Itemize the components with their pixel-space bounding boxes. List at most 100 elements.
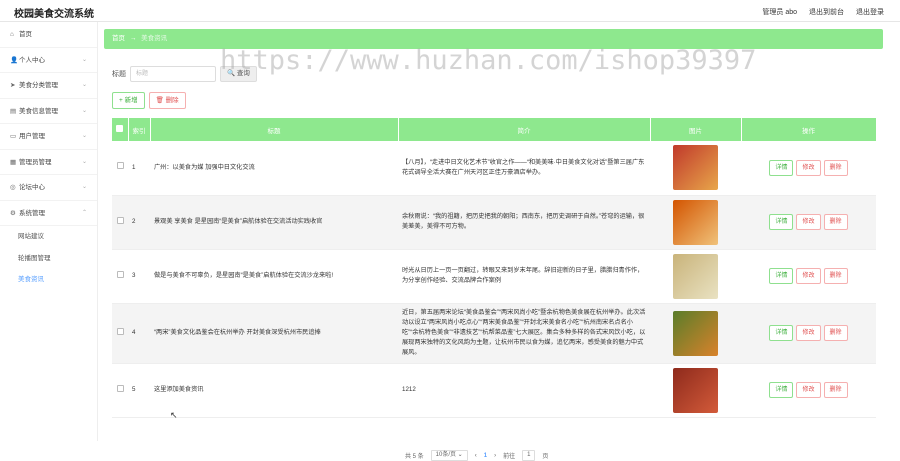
logout-link[interactable]: 退出登录 — [856, 7, 884, 17]
food-thumbnail[interactable] — [673, 199, 718, 245]
table-header: 索引 标题 简介 图片 操作 — [112, 118, 877, 141]
breadcrumb: 首页 → 美食资讯 — [104, 29, 883, 49]
total-count: 共 5 条 — [405, 454, 424, 460]
goto-input[interactable]: 1 — [522, 450, 536, 461]
sidebar-item-forum[interactable]: ◎ 论坛中心 ⌄ — [0, 175, 97, 201]
sidebar-item-system[interactable]: ⚙ 系统管理 ⌃ — [0, 201, 97, 226]
delete-button[interactable]: 删除 — [823, 214, 848, 230]
search-label: 标题 — [112, 71, 126, 78]
app-title: 校园美食交流系统 — [14, 9, 94, 20]
sidebar-item-category[interactable]: ➤ 美食分类管理 ⌄ — [0, 73, 97, 99]
sidebar-item-profile[interactable]: 👤个人中心 ⌄ — [0, 48, 97, 73]
table-row: 1 广州：以美食为媒 加强中日文化交流 【八月】，“走进中日文化艺术节”收官之作——… — [112, 141, 876, 196]
row-checkbox[interactable] — [112, 363, 128, 418]
row-index: 3 — [128, 249, 150, 304]
edit-button[interactable]: 修改 — [796, 325, 821, 341]
chevron-down-icon: ⌄ — [81, 184, 87, 190]
col-title: 标题 — [150, 118, 399, 141]
row-title: 广州：以美食为媒 加强中日文化交流 — [150, 141, 398, 196]
edit-button[interactable]: 修改 — [796, 382, 821, 398]
delete-button[interactable]: 删除 — [823, 159, 848, 176]
select-all-checkbox[interactable] — [112, 118, 129, 141]
sidebar-subitem-carousel[interactable]: 轮播图管理 — [0, 248, 97, 270]
row-checkbox[interactable] — [112, 141, 128, 196]
row-checkbox[interactable] — [112, 303, 128, 364]
edit-button[interactable]: 修改 — [796, 159, 821, 176]
gear-icon: ⚙ — [10, 209, 16, 217]
goto-suffix: 页 — [542, 454, 549, 460]
row-image-cell — [650, 303, 741, 364]
search-row: 标题 标题 🔍 查询 — [112, 66, 257, 82]
current-page[interactable]: 1 — [484, 453, 487, 459]
news-table: 索引 标题 简介 图片 操作 1 广州：以美食为媒 加强中日文化交流 【八月】，“走… — [112, 118, 877, 418]
frontend-link[interactable]: 退出到前台 — [809, 7, 844, 17]
table-row: 4 “两宋”美食文化品鉴会在杭州举办 开封美食深受杭州市民追捧 近日，第五届两宋论坛… — [112, 303, 876, 364]
detail-button[interactable]: 详情 — [769, 325, 794, 341]
bulk-delete-button[interactable]: 🗑 删除 — [148, 92, 186, 109]
row-actions: 详情 修改 删除 — [741, 363, 876, 418]
food-thumbnail[interactable] — [673, 253, 718, 299]
table-row: 3 做是与美食不可辜负，是星园南“是美食”启航体验在交流沙龙来啦! 时光从日历上一页… — [112, 249, 876, 304]
sidebar-item-food[interactable]: ▤ 美食信息管理 ⌄ — [0, 99, 97, 124]
row-checkbox[interactable] — [112, 249, 128, 304]
chevron-up-icon: ⌃ — [81, 209, 87, 216]
edit-button[interactable]: 修改 — [796, 268, 821, 284]
breadcrumb-home[interactable]: 首页 — [112, 35, 125, 42]
user-name: 管理员 abo — [762, 9, 797, 16]
admin-icon: ▦ — [10, 158, 17, 166]
row-actions: 详情 修改 删除 — [741, 141, 876, 196]
row-intro: 余秋雨说：“我的祖籍，把历史把我的朝阳；西南东，把历史调研于自然。”苍穹的运输，… — [398, 195, 650, 250]
row-image-cell — [650, 195, 741, 250]
add-button[interactable]: + 新增 — [112, 92, 145, 109]
breadcrumb-current: 美食资讯 — [141, 35, 168, 42]
goto-label: 前往 — [503, 454, 516, 460]
chevron-down-icon: ⌄ — [81, 56, 87, 63]
chevron-down-icon: ⌄ — [81, 133, 87, 139]
mouse-cursor-icon: ↖ — [170, 410, 178, 420]
sidebar-item-users[interactable]: ▭ 用户管理 ⌄ — [0, 124, 97, 150]
main-content: 首页 → 美食资讯 标题 标题 🔍 查询 + 新增 🗑 删除 索引 标题 简介 … — [98, 22, 900, 461]
table-row: 5 这里添加美食资讯 1212 详情 修改 删除 — [112, 363, 876, 418]
chevron-down-icon: ⌄ — [81, 82, 87, 88]
page-size-select[interactable]: 10条/页 ⌄ — [430, 450, 468, 461]
row-index: 4 — [128, 303, 150, 364]
delete-button[interactable]: 删除 — [823, 325, 848, 341]
row-intro: 【八月】，“走进中日文化艺术节”收官之作——“和美美味·中日美食文化对话”暨第三… — [398, 141, 650, 196]
row-actions: 详情 修改 删除 — [741, 249, 876, 304]
sidebar-subitem-suggestions[interactable]: 网站建议 — [0, 226, 97, 248]
row-title: “两宋”美食文化品鉴会在杭州举办 开封美食深受杭州市民追捧 — [150, 303, 398, 364]
detail-button[interactable]: 详情 — [769, 214, 794, 230]
sidebar-subitem-news[interactable]: 美食资讯 — [0, 269, 97, 291]
forum-icon: ◎ — [10, 184, 16, 191]
header-links: 管理员 abo 退出到前台 退出登录 — [762, 7, 884, 17]
row-image-cell — [650, 141, 741, 196]
food-thumbnail[interactable] — [673, 367, 718, 413]
row-title: 景观美 享美食 是星园南“是美食”启航体验在交流活动实践收官 — [150, 195, 398, 250]
detail-button[interactable]: 详情 — [769, 159, 794, 176]
row-intro: 1212 — [398, 363, 650, 418]
home-icon: ⌂ — [10, 31, 14, 38]
detail-button[interactable]: 详情 — [769, 382, 794, 398]
row-intro: 时光从日历上一页一页翻过，转眼又来到岁末年尾。辞旧迎新的日子里，腊腊归青作作，为… — [398, 249, 650, 304]
prev-page-button[interactable]: ‹ — [475, 453, 477, 459]
col-actions: 操作 — [741, 118, 877, 141]
row-intro: 近日，第五届两宋论坛“美食品鉴会”“两宋风尚小吃”暨余杭物色美食展在杭州举办。此… — [398, 303, 650, 364]
delete-button[interactable]: 删除 — [823, 268, 848, 284]
row-checkbox[interactable] — [112, 195, 128, 250]
delete-button[interactable]: 删除 — [823, 382, 848, 398]
user-icon: 👤 — [10, 56, 19, 64]
search-button[interactable]: 🔍 查询 — [220, 66, 257, 82]
col-index: 索引 — [128, 118, 151, 141]
row-image-cell — [650, 363, 741, 418]
table-row: 2 景观美 享美食 是星园南“是美食”启航体验在交流活动实践收官 余秋雨说：“我的祖… — [112, 195, 876, 250]
next-page-button[interactable]: › — [494, 453, 496, 459]
food-thumbnail[interactable] — [673, 310, 718, 356]
food-thumbnail[interactable] — [673, 145, 718, 191]
search-input[interactable]: 标题 — [130, 66, 216, 82]
send-icon: ➤ — [10, 82, 16, 89]
sidebar-item-admins[interactable]: ▦ 管理员管理 ⌄ — [0, 150, 97, 175]
sidebar-item-home[interactable]: ⌂ 首页 — [0, 22, 97, 48]
edit-button[interactable]: 修改 — [796, 214, 821, 230]
pagination: 共 5 条 10条/页 ⌄ ‹ 1 › 前往 1 页 — [405, 450, 548, 461]
detail-button[interactable]: 详情 — [769, 268, 794, 284]
